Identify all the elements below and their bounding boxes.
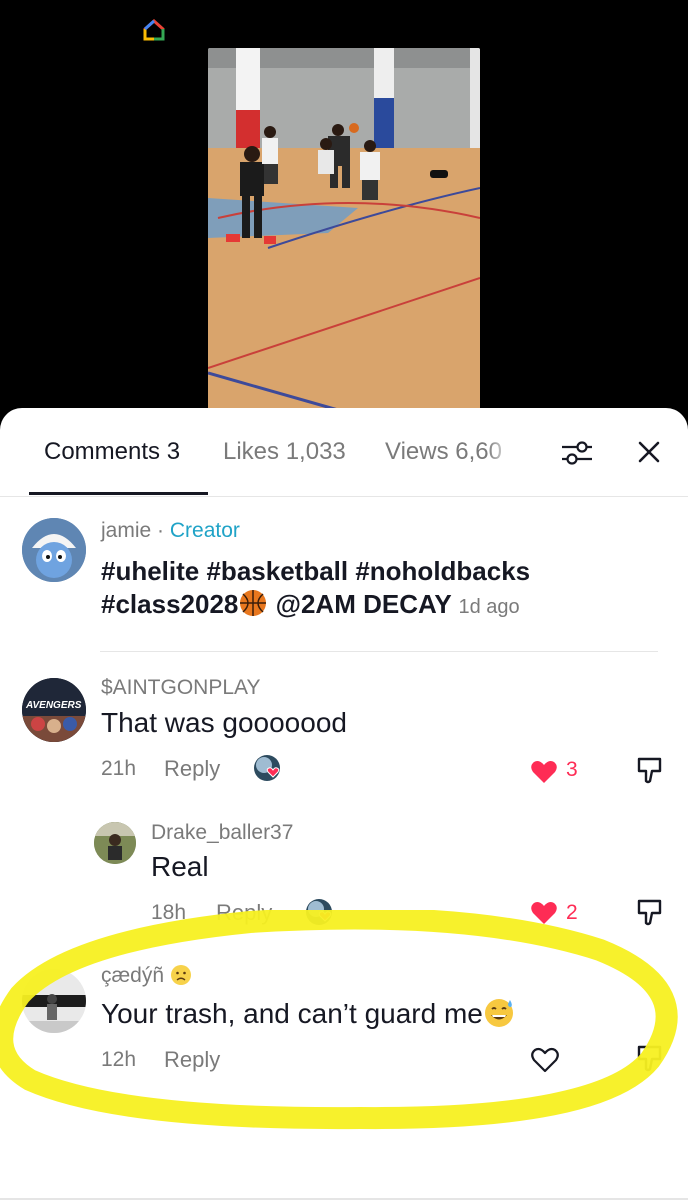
sweat-smile-emoji (484, 999, 513, 1027)
comment-text: Real (151, 851, 209, 882)
tab-comments[interactable]: Comments 3 (44, 438, 180, 466)
tab-comments-count: 3 (166, 438, 181, 465)
comment-time: 18h (151, 901, 187, 924)
avatar[interactable]: AVENGERS (22, 678, 86, 742)
tab-comments-label: Comments (44, 438, 161, 465)
reply-button[interactable]: Reply (164, 756, 220, 782)
like-count: 2 (566, 901, 578, 924)
caption-line-1: #uhelite #basketball #noholdbacks (101, 556, 531, 586)
heart-icon[interactable] (530, 900, 558, 926)
tab-likes[interactable]: Likes 1,033 (223, 438, 346, 466)
dislike-icon[interactable] (636, 1044, 664, 1074)
avatar-smurf-image (22, 518, 86, 582)
tab-likes-label: Likes (223, 438, 280, 465)
tab-likes-count: 1,033 (285, 438, 346, 465)
comment-username[interactable]: Drake_baller37 (151, 821, 293, 845)
tab-views-label: Views (385, 438, 449, 465)
username-separator: · (151, 519, 170, 542)
heart-outline-icon[interactable] (530, 1046, 560, 1074)
home-icon[interactable] (143, 19, 165, 41)
reply-button[interactable]: Reply (216, 900, 272, 926)
tab-views[interactable]: Views 6,60 (385, 438, 513, 470)
caption-line-2: #class2028 @2AM DECAY 1d ago (101, 588, 520, 620)
heart-icon[interactable] (530, 759, 558, 785)
video-thumbnail[interactable] (208, 48, 480, 410)
creator-liked-avatar (306, 899, 332, 925)
comments-sheet: Comments 3 Likes 1,033 Views 6,60 jamie … (0, 408, 688, 1200)
avatar[interactable] (22, 518, 86, 582)
comment-username[interactable]: $AINTGONPLAY (101, 676, 261, 700)
tab-fade (487, 438, 513, 470)
username-text: çædýñ (101, 964, 165, 987)
creator-heart-badge-icon (308, 901, 332, 922)
reply-button[interactable]: Reply (164, 1047, 220, 1073)
comment-username[interactable]: jamie · Creator (101, 519, 240, 543)
divider (100, 651, 658, 652)
active-tab-indicator (29, 492, 208, 495)
avatar[interactable] (22, 969, 86, 1033)
hashtag-class2028[interactable]: #class2028 (101, 589, 238, 619)
creator-badge: Creator (169, 519, 240, 542)
comment-text: Your trash, and can’t guard me (101, 996, 515, 1030)
avatar-photo-image (22, 969, 86, 1033)
avatar[interactable] (94, 822, 136, 864)
comment-text: That was gooooood (101, 707, 347, 738)
creator-heart-badge-icon (256, 757, 280, 778)
avatar-logo-text: AVENGERS (26, 700, 82, 711)
comment-time: 1d ago (458, 596, 520, 618)
tab-bar: Comments 3 Likes 1,033 Views 6,60 (0, 408, 688, 497)
dislike-icon[interactable] (636, 756, 664, 786)
like-count: 3 (566, 758, 578, 781)
video-area (0, 0, 688, 430)
creator-liked-avatar (254, 755, 280, 781)
username-text: jamie (101, 519, 152, 542)
frown-emoji (170, 965, 191, 985)
avatar-photo-image (94, 822, 136, 864)
basketball-emoji (240, 590, 267, 616)
comment-time: 12h (101, 1048, 137, 1071)
comment-text-content: Your trash, and can’t guard me (101, 998, 483, 1029)
comment-time: 21h (101, 757, 137, 780)
close-icon[interactable] (637, 440, 661, 464)
dislike-icon[interactable] (636, 898, 664, 928)
filter-sliders-icon[interactable] (560, 440, 594, 466)
comment-username[interactable]: çædýñ (101, 964, 192, 988)
mention-link[interactable]: @2AM DECAY (268, 589, 452, 619)
